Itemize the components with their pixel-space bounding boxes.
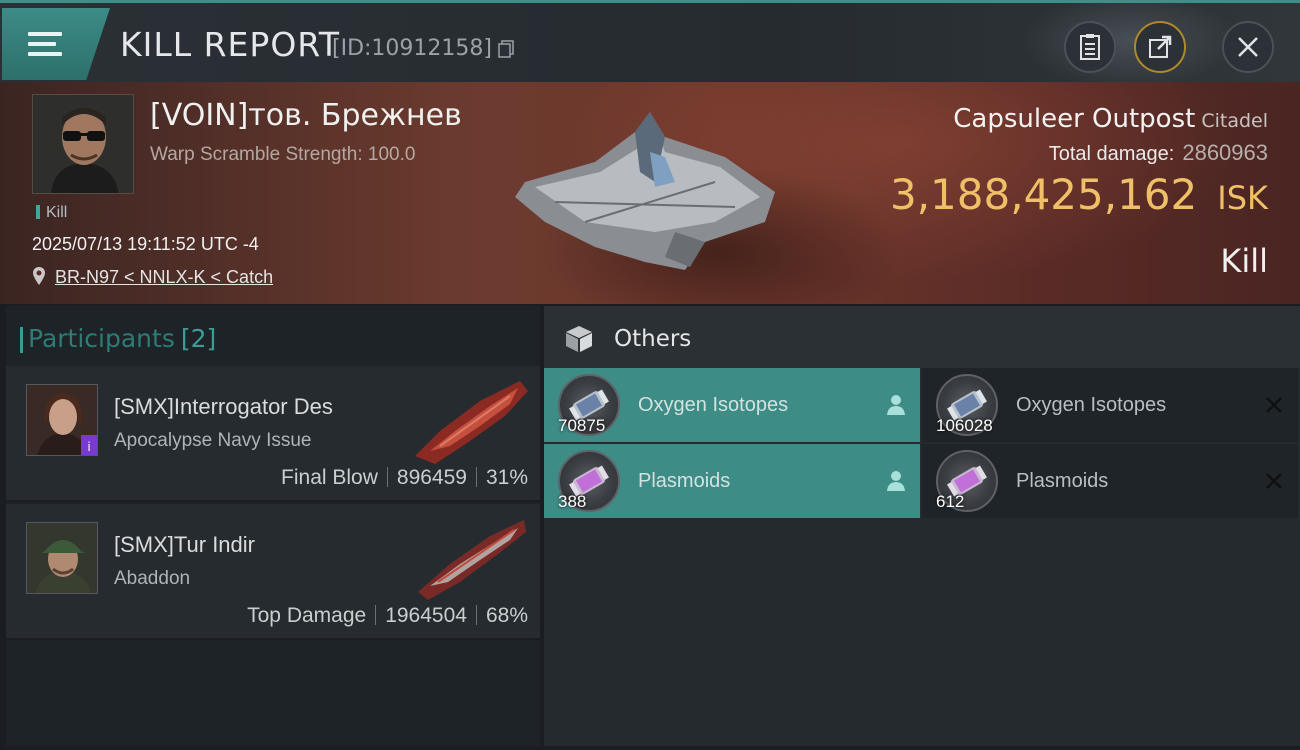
item-quantity: 612 <box>936 492 965 511</box>
structure-class: Citadel <box>1201 110 1268 132</box>
participant-stats: Top Damage 1964504 68% <box>247 604 528 628</box>
clipboard-button[interactable] <box>1064 21 1116 73</box>
location-pin-icon <box>33 267 45 285</box>
item-name: Plasmoids <box>638 470 731 492</box>
isk-unit: ISK <box>1217 179 1268 217</box>
top-bar: KILL REPORT [ID:10912158] <box>0 0 1300 88</box>
participant-ship: Apocalypse Navy Issue <box>114 430 312 451</box>
location-link[interactable]: BR-N97 < NNLX-K < Catch <box>55 267 273 288</box>
participants-count: [2] <box>180 324 217 353</box>
isk-value: 3,188,425,162 ISK <box>890 170 1268 219</box>
dropped-person-icon <box>887 395 905 415</box>
participant-role: Top Damage <box>247 604 367 627</box>
participant-stats: Final Blow 896459 31% <box>281 466 528 490</box>
participant-percent: 31% <box>485 466 528 489</box>
close-button[interactable] <box>1222 21 1274 73</box>
report-kind: Kill <box>1220 242 1268 280</box>
participants-panel: Participants [2] i [SMX]Interrogator Des … <box>6 306 540 746</box>
participant-ship-image <box>418 520 526 600</box>
victim-portrait[interactable] <box>32 94 134 194</box>
structure-name: Capsuleer Outpost Citadel <box>953 104 1268 134</box>
kill-datetime: 2025/07/13 19:11:52 UTC -4 <box>32 234 259 254</box>
share-icon <box>1149 35 1172 58</box>
cargo-box-icon <box>566 326 592 352</box>
participant-ship-image <box>415 381 528 464</box>
victim-banner: [VOIN]тов. Брежнев Warp Scramble Strengt… <box>0 82 1300 304</box>
item-row[interactable]: 612 Plasmoids <box>922 444 1298 518</box>
destroyed-x-icon <box>1266 473 1282 489</box>
header-background-decoration <box>1020 0 1240 88</box>
victim-structure-image <box>515 112 775 270</box>
participant-row[interactable]: [SMX]Tur Indir Abaddon Top Damage 1964504… <box>6 504 540 640</box>
participant-avatar[interactable]: i <box>26 384 98 456</box>
item-quantity: 70875 <box>558 416 606 435</box>
others-title: Others <box>614 326 692 352</box>
item-row[interactable]: 70875 Oxygen Isotopes <box>544 368 920 442</box>
item-quantity: 106028 <box>936 416 993 435</box>
destroyed-x-icon <box>1266 397 1282 413</box>
others-header: Others <box>544 306 1300 368</box>
isk-amount: 3,188,425,162 <box>889 170 1198 219</box>
participant-role: Final Blow <box>281 466 378 489</box>
participant-damage: 1964504 <box>385 604 467 627</box>
item-name: Oxygen Isotopes <box>638 394 789 416</box>
total-damage-label: Total damage: <box>1048 143 1175 165</box>
close-icon <box>1238 37 1258 57</box>
participant-damage: 896459 <box>396 466 467 489</box>
clipboard-icon <box>1080 34 1100 60</box>
menu-icon <box>28 32 64 60</box>
svg-text:i: i <box>87 440 90 454</box>
item-row[interactable]: 106028 Oxygen Isotopes <box>922 368 1298 442</box>
menu-button[interactable] <box>2 8 110 80</box>
participants-title-text: Participants <box>28 324 175 353</box>
structure-name-text[interactable]: Capsuleer Outpost <box>953 104 1195 134</box>
copy-icon[interactable] <box>498 40 514 58</box>
share-button[interactable] <box>1134 21 1186 73</box>
total-damage-value: 2860963 <box>1182 140 1268 165</box>
victim-subtitle: Warp Scramble Strength: 100.0 <box>150 144 416 165</box>
participant-percent: 68% <box>485 604 528 627</box>
participant-ship: Abaddon <box>114 568 191 589</box>
participant-name[interactable]: [SMX]Interrogator Des <box>114 394 333 420</box>
participant-name[interactable]: [SMX]Tur Indir <box>114 532 255 558</box>
item-name: Oxygen Isotopes <box>1016 394 1167 416</box>
total-damage: Total damage: 2860963 <box>1049 140 1268 166</box>
item-quantity: 388 <box>558 492 587 511</box>
report-id: [ID:10912158] <box>332 36 492 61</box>
participants-title: Participants [2] <box>19 324 217 353</box>
participant-row[interactable]: i [SMX]Interrogator Des Apocalypse Navy … <box>6 366 540 502</box>
participant-avatar[interactable] <box>26 522 98 594</box>
item-row[interactable]: 388 Plasmoids <box>544 444 920 518</box>
victim-name[interactable]: [VOIN]тов. Брежнев <box>150 98 462 133</box>
item-name: Plasmoids <box>1016 470 1109 492</box>
page-title: KILL REPORT <box>120 25 340 64</box>
others-panel: Others 70875 Oxygen Isotopes 106028 Oxyg… <box>544 306 1300 746</box>
kill-tag: Kill <box>36 204 67 222</box>
dropped-person-icon <box>887 471 905 491</box>
